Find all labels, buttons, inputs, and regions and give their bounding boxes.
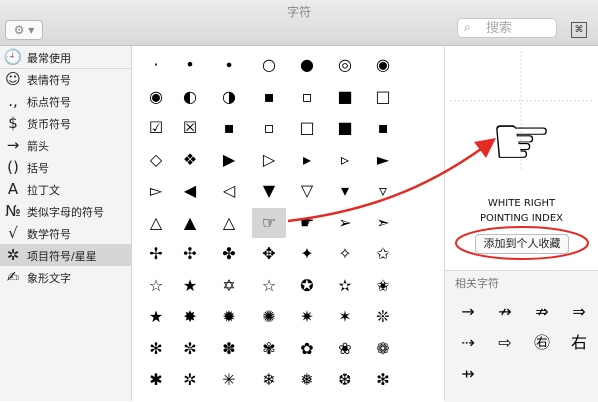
annotation-overlay bbox=[287, 138, 589, 260]
annotation-arrow bbox=[287, 138, 497, 223]
annotation-ellipse bbox=[455, 226, 589, 260]
